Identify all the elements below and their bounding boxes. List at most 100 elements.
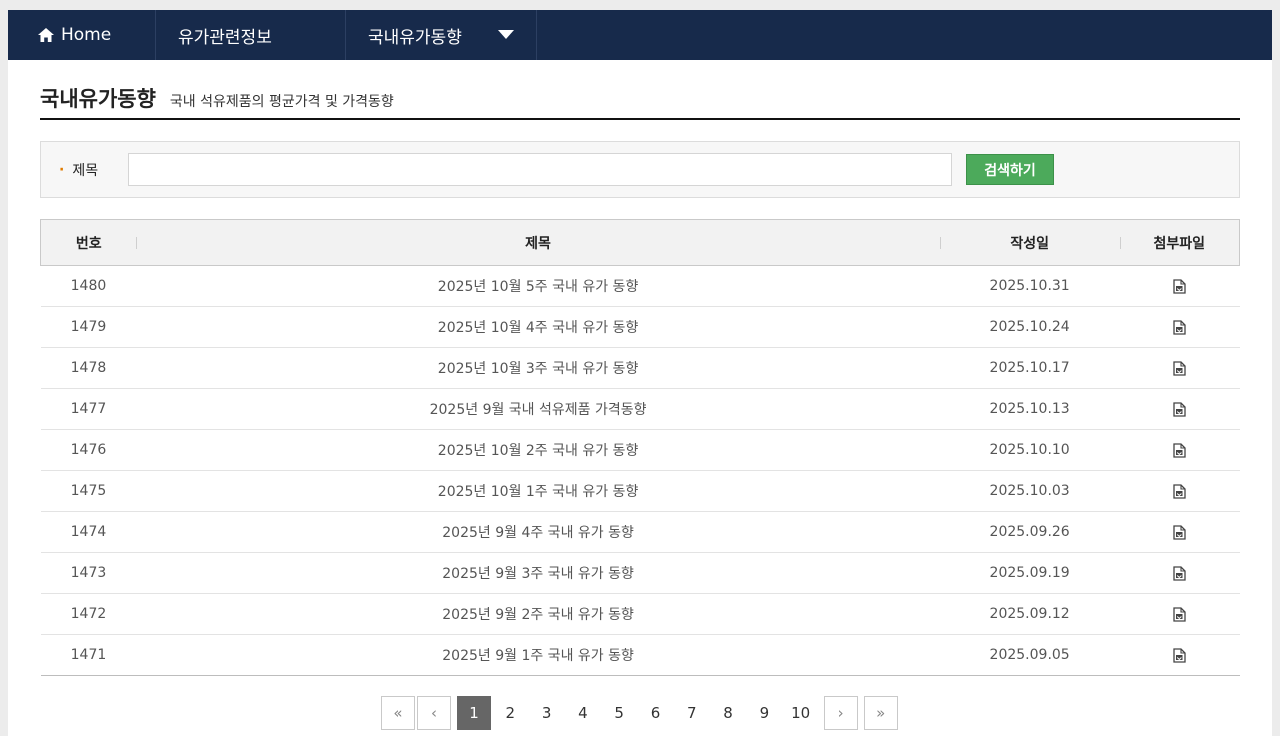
row-date: 2025.09.12: [939, 593, 1120, 635]
double-chevron-right-icon: »: [876, 704, 886, 722]
page-numbers: 1 2 3 4 5 6 7 8 9 10: [457, 696, 818, 730]
row-number: 1478: [40, 347, 137, 389]
row-attachment: [1119, 552, 1240, 594]
row-title[interactable]: 2025년 10월 3주 국내 유가 동향: [136, 347, 940, 389]
page-frame: Home 유가관련정보 국내유가동향 국내유가동향 국내 석유제품의 평균가격 …: [8, 10, 1272, 736]
row-title[interactable]: 2025년 9월 1주 국내 유가 동향: [136, 634, 940, 676]
table-row[interactable]: 1474 2025년 9월 4주 국내 유가 동향 2025.09.26: [40, 511, 1240, 553]
row-number: 1473: [40, 552, 137, 594]
row-date: 2025.09.26: [939, 511, 1120, 553]
header-number: 번호: [40, 219, 137, 266]
page-number-5[interactable]: 5: [602, 696, 636, 730]
last-page-button[interactable]: »: [863, 696, 898, 730]
next-page-button[interactable]: ›: [823, 696, 858, 730]
page-number-6[interactable]: 6: [638, 696, 672, 730]
row-attachment: [1119, 634, 1240, 676]
page-number-2[interactable]: 2: [493, 696, 527, 730]
row-date: 2025.10.03: [939, 470, 1120, 512]
table-header: 번호 제목 작성일 첨부파일: [40, 219, 1240, 266]
table-row[interactable]: 1477 2025년 9월 국내 석유제품 가격동향 2025.10.13: [40, 388, 1240, 430]
search-input[interactable]: [128, 153, 952, 186]
row-attachment: [1119, 306, 1240, 348]
nav-home-label: Home: [61, 25, 112, 45]
top-navigation: Home 유가관련정보 국내유가동향: [8, 10, 1272, 60]
row-title[interactable]: 2025년 10월 1주 국내 유가 동향: [136, 470, 940, 512]
nav-oil-price-info-label: 유가관련정보: [178, 27, 272, 48]
file-download-icon[interactable]: [1172, 483, 1187, 499]
file-download-icon[interactable]: [1172, 401, 1187, 417]
page-number-10[interactable]: 10: [784, 696, 818, 730]
file-download-icon[interactable]: [1172, 319, 1187, 335]
file-download-icon[interactable]: [1172, 360, 1187, 376]
page-number-3[interactable]: 3: [530, 696, 564, 730]
row-attachment: [1119, 593, 1240, 635]
nav-oil-price-info[interactable]: 유가관련정보: [156, 10, 346, 60]
row-title[interactable]: 2025년 10월 5주 국내 유가 동향: [136, 265, 940, 307]
row-attachment: [1119, 470, 1240, 512]
double-chevron-left-icon: «: [393, 704, 403, 722]
page-number-4[interactable]: 4: [566, 696, 600, 730]
row-date: 2025.10.17: [939, 347, 1120, 389]
chevron-right-icon: ›: [837, 704, 844, 722]
search-panel: · 제목 검색하기: [40, 141, 1240, 198]
row-title[interactable]: 2025년 9월 3주 국내 유가 동향: [136, 552, 940, 594]
table-row[interactable]: 1475 2025년 10월 1주 국내 유가 동향 2025.10.03: [40, 470, 1240, 512]
pagination: « ‹ 1 2 3 4 5 6 7 8 9 10 › »: [381, 696, 898, 730]
row-title[interactable]: 2025년 10월 2주 국내 유가 동향: [136, 429, 940, 471]
row-attachment: [1119, 429, 1240, 471]
bullet-icon: ·: [59, 161, 65, 178]
search-label-text: 제목: [72, 162, 99, 179]
file-download-icon[interactable]: [1172, 278, 1187, 294]
row-attachment: [1119, 265, 1240, 307]
row-number: 1471: [40, 634, 137, 676]
prev-page-button[interactable]: ‹: [417, 696, 451, 730]
caret-down-icon[interactable]: [498, 30, 514, 39]
page-number-8[interactable]: 8: [711, 696, 745, 730]
table-row[interactable]: 1478 2025년 10월 3주 국내 유가 동향 2025.10.17: [40, 347, 1240, 389]
row-date: 2025.10.13: [939, 388, 1120, 430]
header-divider: [1119, 237, 1121, 249]
row-date: 2025.10.10: [939, 429, 1120, 471]
row-title[interactable]: 2025년 9월 국내 석유제품 가격동향: [136, 388, 940, 430]
nav-domestic-trend-dropdown[interactable]: 국내유가동향: [346, 10, 537, 60]
page-title: 국내유가동향: [40, 87, 156, 111]
row-title[interactable]: 2025년 9월 2주 국내 유가 동향: [136, 593, 940, 635]
chevron-left-icon: ‹: [431, 704, 437, 722]
page-number-1[interactable]: 1: [457, 696, 491, 730]
header-divider: [136, 237, 138, 249]
page-subtitle: 국내 석유제품의 평균가격 및 가격동향: [169, 94, 394, 110]
row-date: 2025.10.24: [939, 306, 1120, 348]
table-row[interactable]: 1472 2025년 9월 2주 국내 유가 동향 2025.09.12: [40, 593, 1240, 635]
table-row[interactable]: 1476 2025년 10월 2주 국내 유가 동향 2025.10.10: [40, 429, 1240, 471]
page-number-9[interactable]: 9: [747, 696, 781, 730]
page-header: 국내유가동향 국내 석유제품의 평균가격 및 가격동향: [40, 84, 1240, 120]
row-number: 1474: [40, 511, 137, 553]
table-row[interactable]: 1480 2025년 10월 5주 국내 유가 동향 2025.10.31: [40, 265, 1240, 307]
row-number: 1475: [40, 470, 137, 512]
page-number-7[interactable]: 7: [675, 696, 709, 730]
file-download-icon[interactable]: [1172, 524, 1187, 540]
row-number: 1479: [40, 306, 137, 348]
row-number: 1477: [40, 388, 137, 430]
row-title[interactable]: 2025년 9월 4주 국내 유가 동향: [136, 511, 940, 553]
file-download-icon[interactable]: [1172, 442, 1187, 458]
row-number: 1472: [40, 593, 137, 635]
nav-home[interactable]: Home: [8, 10, 156, 60]
table-row[interactable]: 1473 2025년 9월 3주 국내 유가 동향 2025.09.19: [40, 552, 1240, 594]
row-attachment: [1119, 511, 1240, 553]
table-row[interactable]: 1479 2025년 10월 4주 국내 유가 동향 2025.10.24: [40, 306, 1240, 348]
file-download-icon[interactable]: [1172, 565, 1187, 581]
table-row[interactable]: 1471 2025년 9월 1주 국내 유가 동향 2025.09.05: [40, 634, 1240, 676]
home-icon: [38, 28, 54, 42]
file-download-icon[interactable]: [1172, 606, 1187, 622]
file-download-icon[interactable]: [1172, 647, 1187, 663]
row-date: 2025.09.05: [939, 634, 1120, 676]
search-label: · 제목: [59, 160, 128, 180]
row-number: 1480: [40, 265, 137, 307]
header-attachment: 첨부파일: [1119, 219, 1240, 266]
header-date: 작성일: [939, 219, 1120, 266]
nav-domestic-trend-label: 국내유가동향: [368, 27, 462, 48]
search-button[interactable]: 검색하기: [966, 154, 1054, 185]
first-page-button[interactable]: «: [381, 696, 415, 730]
row-title[interactable]: 2025년 10월 4주 국내 유가 동향: [136, 306, 940, 348]
